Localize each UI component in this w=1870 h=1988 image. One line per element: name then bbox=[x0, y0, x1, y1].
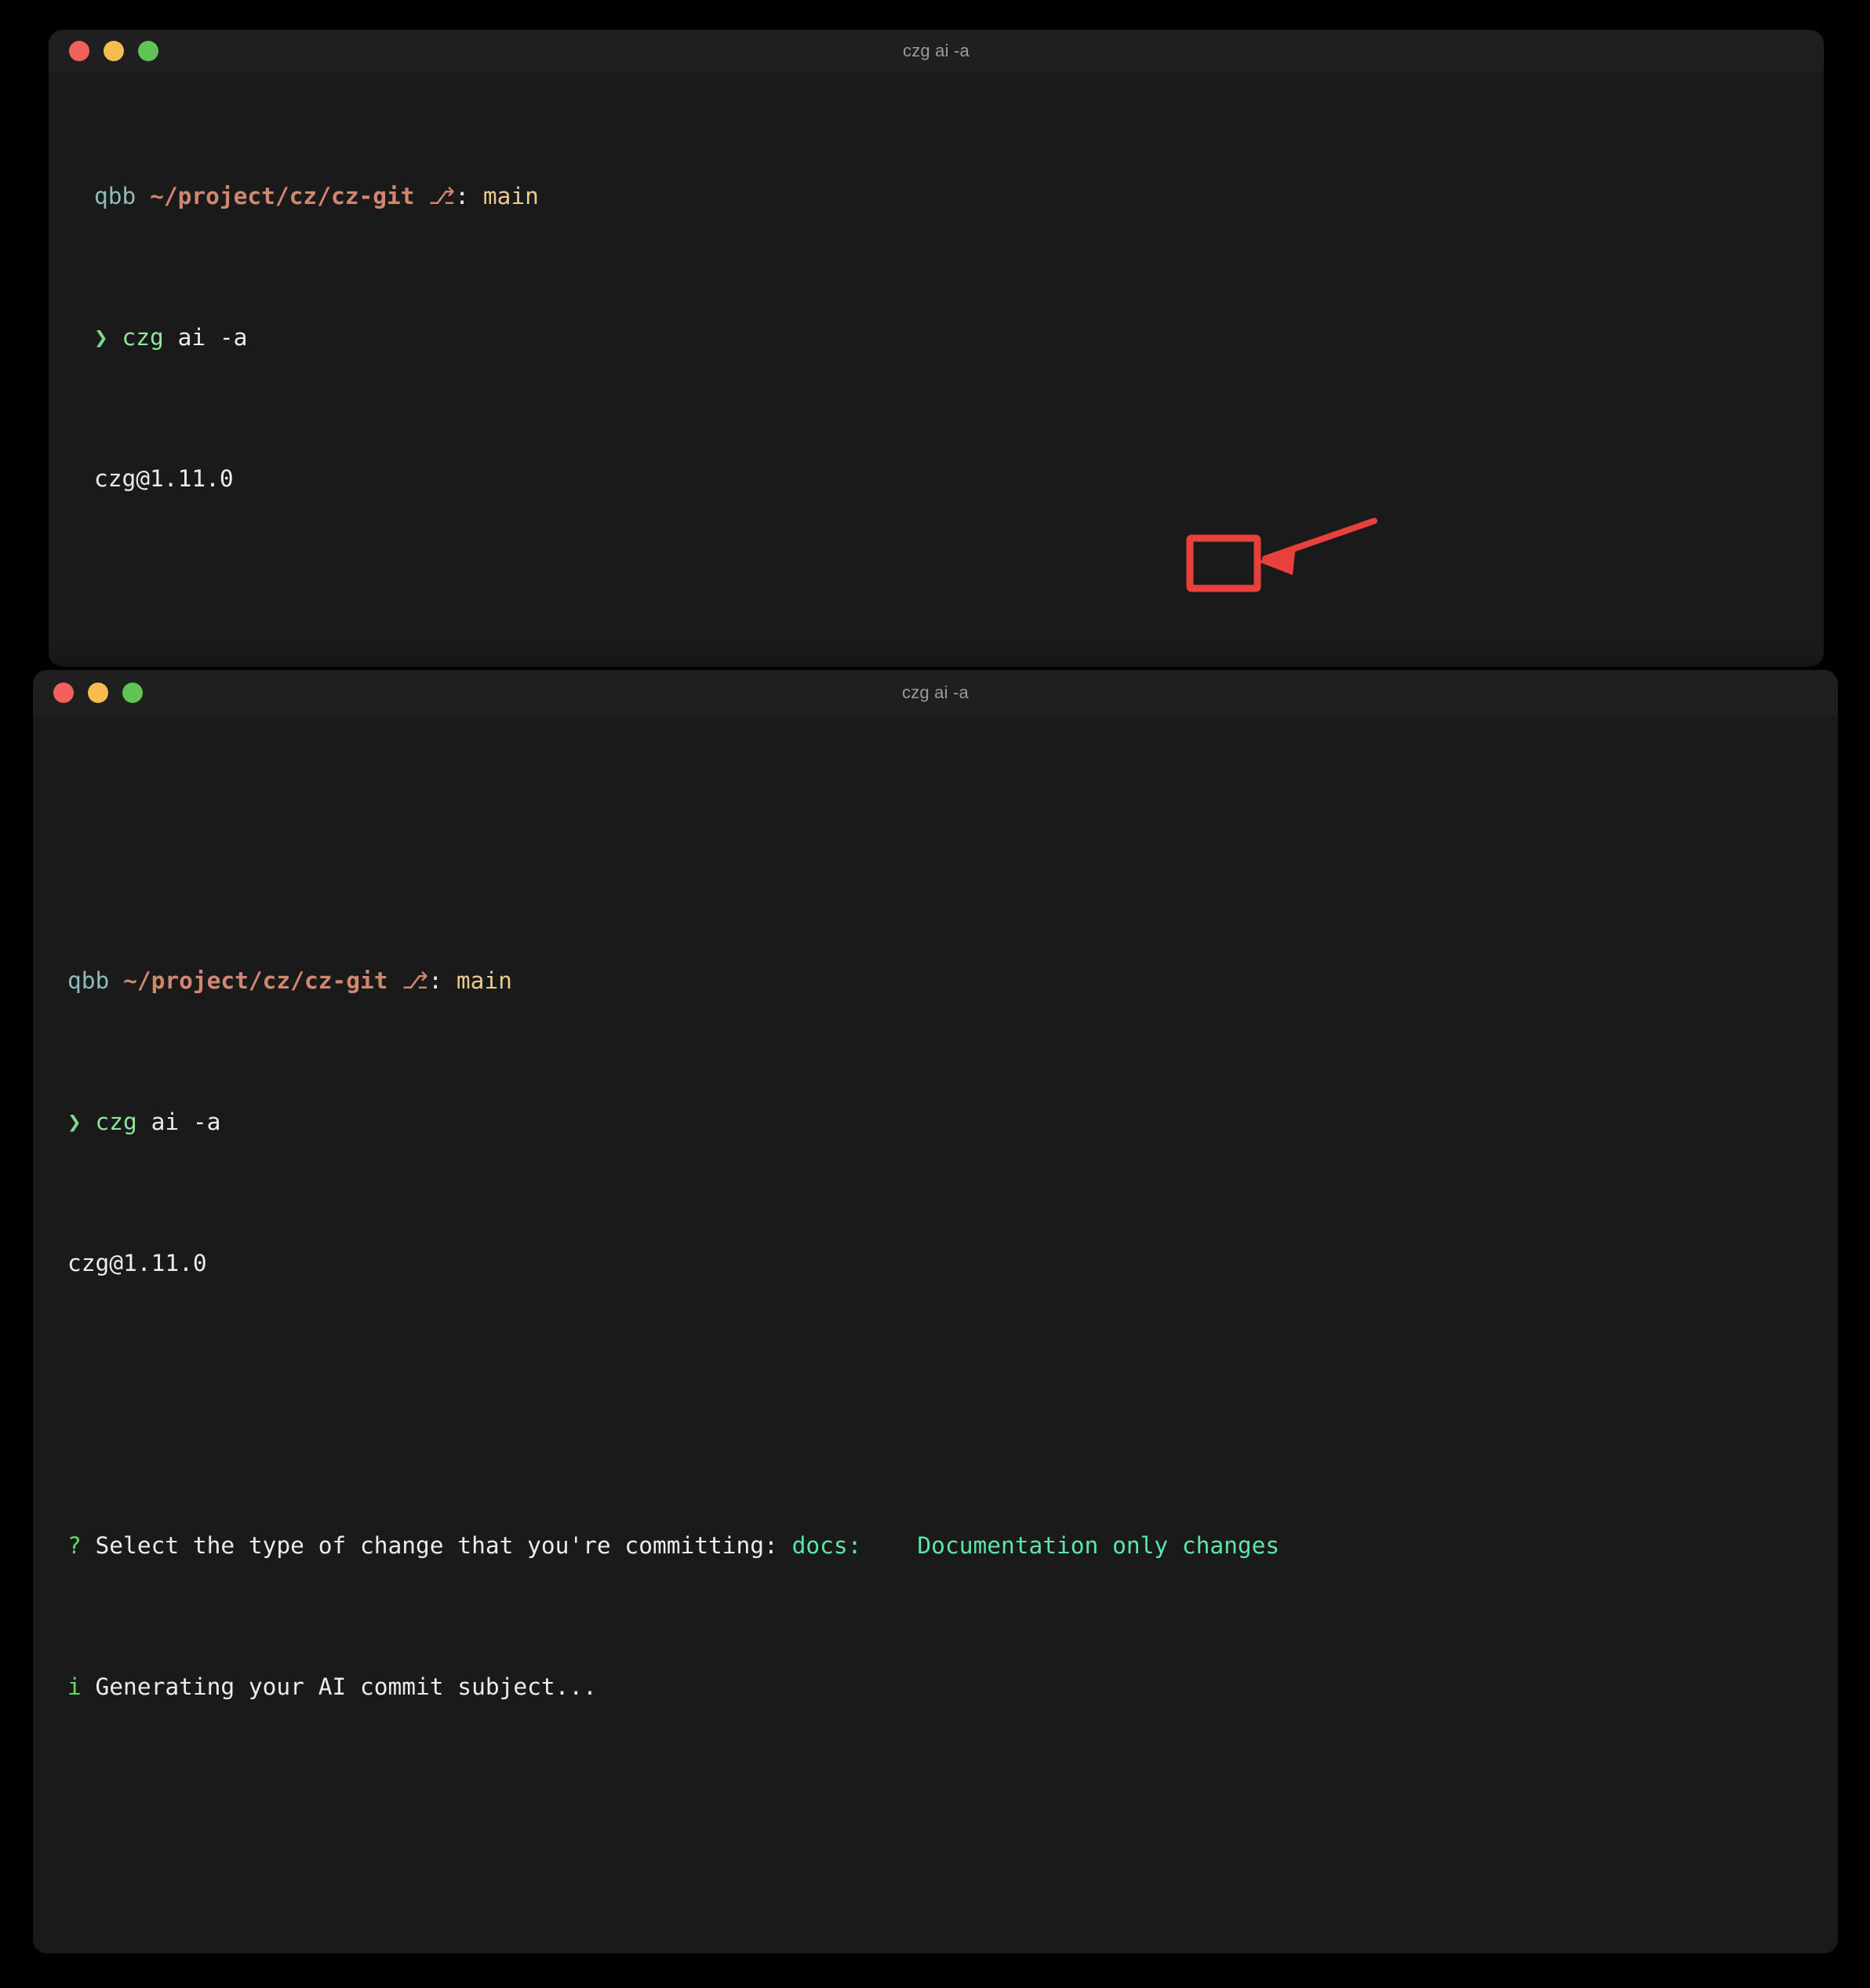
command-args: ai -a bbox=[177, 324, 248, 351]
question-text: Select the type of change that you're co… bbox=[95, 1532, 778, 1559]
prompt-arrow-icon: ❯ bbox=[94, 324, 108, 351]
info-text: Generating your AI commit subject... bbox=[95, 1673, 597, 1700]
maximize-button[interactable] bbox=[138, 41, 158, 61]
command-line: ❯ czg ai -a bbox=[94, 320, 1824, 355]
question-type-line: ? Select the type of change that you're … bbox=[67, 1528, 1838, 1564]
version-line: czg@1.11.0 bbox=[94, 465, 234, 492]
prompt-sep: : bbox=[428, 967, 443, 994]
separator-line-top: ###-------------------------------------… bbox=[67, 1952, 1838, 1953]
command-name: czg bbox=[122, 324, 164, 351]
info-line: i Generating your AI commit subject... bbox=[67, 1669, 1838, 1705]
prompt-path: ~/project/cz/cz-git bbox=[150, 183, 415, 209]
traffic-lights-bottom[interactable] bbox=[33, 683, 143, 703]
titlebar-top[interactable]: czg ai -a bbox=[49, 30, 1824, 72]
maximize-button[interactable] bbox=[122, 683, 143, 703]
git-branch-icon: ⎇ bbox=[428, 183, 456, 209]
prompt-path: ~/project/cz/cz-git bbox=[123, 967, 388, 994]
command-args: ai -a bbox=[151, 1109, 221, 1135]
terminal-output-top: qbb ~/project/cz/cz-git ⎇: main ❯ czg ai… bbox=[49, 72, 1824, 667]
version-line: czg@1.11.0 bbox=[67, 1250, 207, 1276]
minimize-button[interactable] bbox=[88, 683, 108, 703]
command-name: czg bbox=[95, 1109, 137, 1135]
terminal-output-bottom: qbb ~/project/cz/cz-git ⎇: main ❯ czg ai… bbox=[33, 715, 1838, 1953]
prompt-branch: main bbox=[482, 183, 539, 209]
titlebar-bottom[interactable]: czg ai -a bbox=[33, 670, 1838, 715]
prompt-branch: main bbox=[456, 967, 512, 994]
question-marker-icon: ? bbox=[67, 1532, 82, 1559]
shell-prompt-line: qbb ~/project/cz/cz-git ⎇: main bbox=[94, 179, 1824, 214]
window-title-top: czg ai -a bbox=[903, 41, 970, 60]
question-answer: docs: bbox=[791, 1532, 862, 1559]
command-line: ❯ czg ai -a bbox=[67, 1105, 1838, 1140]
info-marker-icon: i bbox=[67, 1673, 82, 1700]
prompt-arrow-icon: ❯ bbox=[67, 1109, 82, 1135]
question-answer-desc: Documentation only changes bbox=[917, 1532, 1280, 1559]
close-button[interactable] bbox=[69, 41, 89, 61]
prompt-sep: : bbox=[455, 183, 470, 209]
git-branch-icon: ⎇ bbox=[402, 967, 429, 994]
prompt-user: qbb bbox=[67, 967, 110, 994]
window-title-bottom: czg ai -a bbox=[902, 683, 969, 702]
terminal-window-top[interactable]: czg ai -a qbb ~/project/cz/cz-git ⎇: mai… bbox=[49, 30, 1824, 667]
minimize-button[interactable] bbox=[104, 41, 124, 61]
shell-prompt-line: qbb ~/project/cz/cz-git ⎇: main bbox=[67, 963, 1838, 999]
close-button[interactable] bbox=[53, 683, 74, 703]
prompt-user: qbb bbox=[94, 183, 136, 209]
terminal-window-bottom[interactable]: czg ai -a qbb ~/project/cz/cz-git ⎇: mai… bbox=[33, 670, 1838, 1953]
traffic-lights-top[interactable] bbox=[49, 41, 158, 61]
